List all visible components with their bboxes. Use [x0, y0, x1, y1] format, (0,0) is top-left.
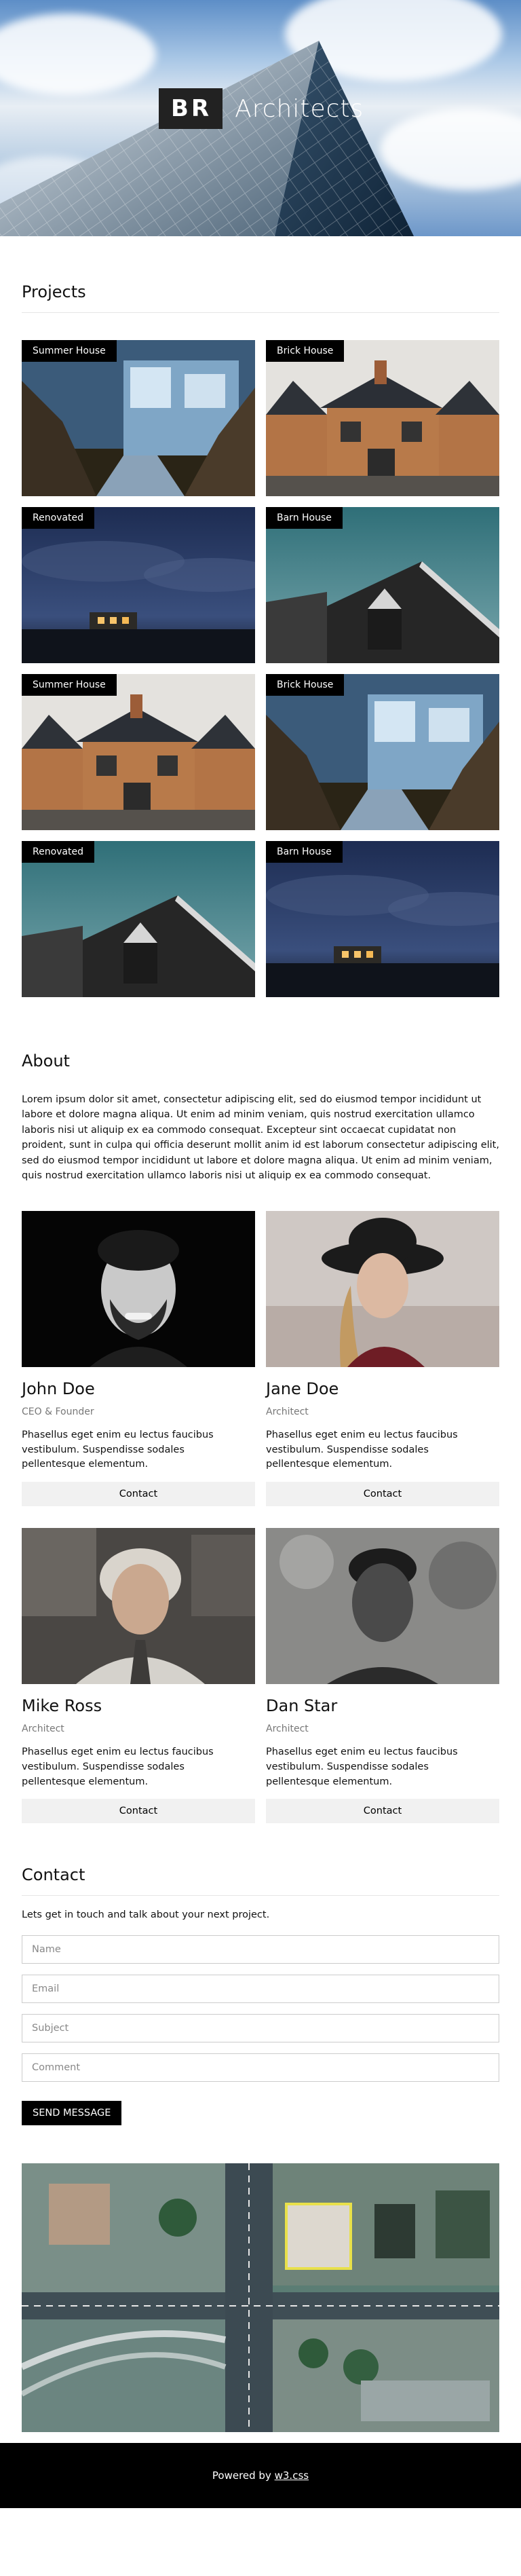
glass-house-photo — [266, 674, 499, 830]
about-text: Lorem ipsum dolor sit amet, consectetur … — [22, 1094, 499, 1182]
about-section: About Lorem ipsum dolor sit amet, consec… — [22, 997, 499, 1824]
avatar — [22, 1528, 255, 1685]
send-message-button[interactable]: SEND MESSAGE — [22, 2101, 122, 2126]
aerial-city-image — [22, 2163, 499, 2433]
project-tag: Barn House — [266, 507, 343, 529]
project-tag: Barn House — [266, 841, 343, 863]
project-card[interactable]: Barn House — [266, 841, 499, 997]
contact-button[interactable]: Contact — [22, 1799, 255, 1824]
member-role: CEO & Founder — [22, 1406, 94, 1417]
member-description: Phasellus eget enim eu lectus faucibus v… — [22, 1429, 214, 1470]
brand-initials: BR — [159, 88, 223, 129]
team-grid: John Doe CEO & Founder Phasellus eget en… — [22, 1210, 499, 1824]
brand-name: Architects — [235, 94, 364, 123]
about-heading: About — [22, 1051, 70, 1070]
brick-house-photo — [266, 340, 499, 496]
member-role: Architect — [22, 1723, 64, 1735]
contact-form: SEND MESSAGE — [22, 1935, 499, 2126]
project-tag: Summer House — [22, 674, 117, 696]
brick-house-photo — [22, 674, 255, 830]
project-card[interactable]: Renovated — [22, 841, 255, 997]
contact-heading: Contact — [22, 1865, 499, 1897]
projects-grid: Summer House Brick House Renovated Barn … — [22, 340, 499, 997]
project-tag: Brick House — [266, 674, 345, 696]
footer-link[interactable]: w3.css — [275, 2469, 309, 2482]
contact-intro: Lets get in touch and talk about your ne… — [22, 1909, 270, 1921]
projects-heading: Projects — [22, 282, 499, 313]
barn-house-photo — [266, 507, 499, 663]
name-field[interactable] — [22, 1935, 499, 1964]
avatar — [22, 1210, 255, 1367]
contact-button[interactable]: Contact — [266, 1799, 499, 1824]
team-member-card: Mike Ross Architect Phasellus eget enim … — [22, 1528, 255, 1824]
avatar — [266, 1528, 499, 1685]
member-name: Mike Ross — [22, 1696, 102, 1716]
team-member-card: John Doe CEO & Founder Phasellus eget en… — [22, 1210, 255, 1507]
team-member-card: Dan Star Architect Phasellus eget enim e… — [266, 1528, 499, 1824]
project-card[interactable]: Brick House — [266, 674, 499, 830]
project-tag: Brick House — [266, 340, 345, 362]
projects-section: Projects Summer House Brick House Renova… — [22, 236, 499, 997]
email-field[interactable] — [22, 1975, 499, 2004]
barn-house-photo — [22, 841, 255, 997]
member-description: Phasellus eget enim eu lectus faucibus v… — [22, 1747, 214, 1787]
lit-house-night-photo — [22, 507, 255, 663]
subject-field[interactable] — [22, 2014, 499, 2043]
contact-button[interactable]: Contact — [22, 1482, 255, 1507]
project-tag: Summer House — [22, 340, 117, 362]
project-card[interactable]: Brick House — [266, 340, 499, 496]
member-name: John Doe — [22, 1379, 95, 1398]
glass-house-photo — [22, 340, 255, 496]
lit-house-night-photo — [266, 841, 499, 997]
project-tag: Renovated — [22, 841, 95, 863]
footer-prefix: Powered by — [212, 2469, 271, 2482]
project-card[interactable]: Barn House — [266, 507, 499, 663]
footer: Powered by w3.css — [0, 2443, 521, 2509]
project-card[interactable]: Renovated — [22, 507, 255, 663]
project-tag: Renovated — [22, 507, 95, 529]
member-role: Architect — [266, 1723, 309, 1735]
project-card[interactable]: Summer House — [22, 674, 255, 830]
contact-button[interactable]: Contact — [266, 1482, 499, 1507]
member-name: Dan Star — [266, 1696, 338, 1716]
member-role: Architect — [266, 1406, 309, 1417]
member-name: Jane Doe — [266, 1379, 339, 1398]
comment-field[interactable] — [22, 2053, 499, 2083]
member-description: Phasellus eget enim eu lectus faucibus v… — [266, 1747, 458, 1787]
contact-section: Contact Lets get in touch and talk about… — [22, 1823, 499, 2126]
member-description: Phasellus eget enim eu lectus faucibus v… — [266, 1429, 458, 1470]
team-member-card: Jane Doe Architect Phasellus eget enim e… — [266, 1210, 499, 1507]
avatar — [266, 1210, 499, 1367]
hero-banner: BR Architects — [0, 0, 521, 236]
project-card[interactable]: Summer House — [22, 340, 255, 496]
brand-logo[interactable]: BR Architects — [159, 88, 364, 129]
